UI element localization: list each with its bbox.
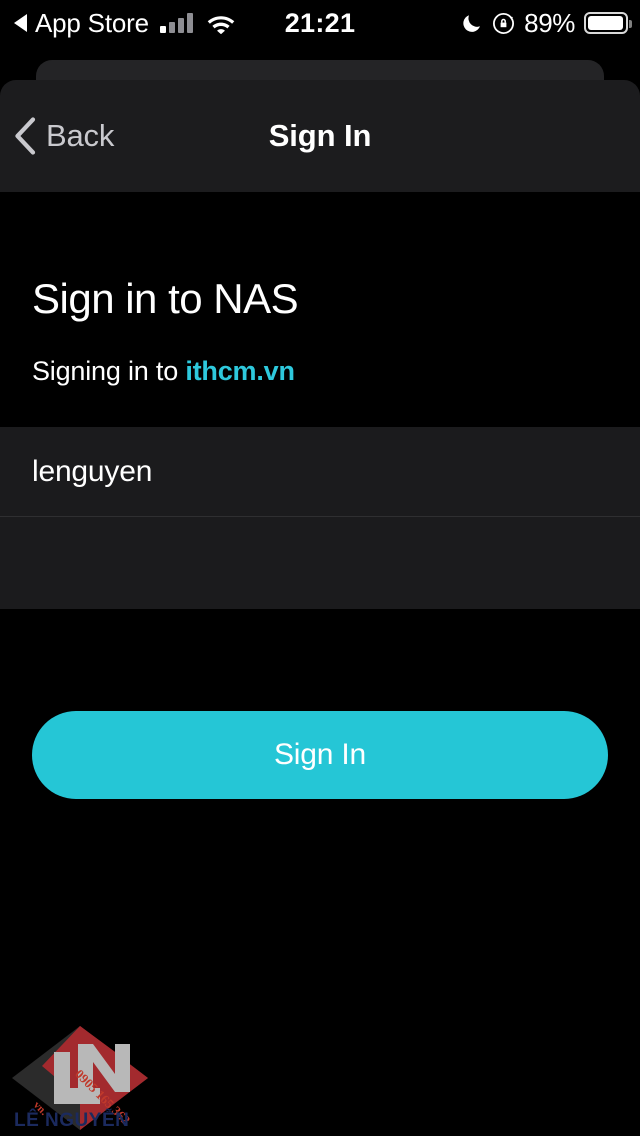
domain-link[interactable]: ithcm.vn — [185, 356, 295, 386]
svg-text:LÊ NGUYỄN: LÊ NGUYỄN — [14, 1109, 129, 1131]
svg-text:0905 165 362: 0905 165 362 — [72, 1066, 133, 1127]
svg-text:vn.: vn. — [31, 1099, 50, 1118]
page-title: Sign In — [268, 118, 372, 153]
signing-in-to-text: Signing in to ithcm.vn — [32, 356, 295, 387]
sign-in-heading: Sign in to NAS — [32, 275, 299, 322]
watermark-logo: 0905 165 362 vn. LÊ NGUYỄN — [8, 1022, 158, 1134]
signing-in-prefix: Signing in to — [32, 356, 186, 386]
credentials-field-group: lenguyen — [0, 427, 640, 609]
sign-in-button[interactable]: Sign In — [32, 711, 608, 799]
status-bar: App Store 21:21 89% — [0, 0, 640, 46]
battery-percent-label: 89% — [524, 7, 575, 38]
username-field[interactable]: lenguyen — [0, 427, 640, 517]
phone-screen: App Store 21:21 89% Back Sign In Sign in… — [0, 0, 640, 1136]
clock-time: 21:21 — [284, 7, 356, 38]
navigation-bar: Back Sign In — [0, 80, 640, 192]
rotation-lock-icon — [492, 12, 515, 35]
username-value: lenguyen — [32, 455, 153, 488]
status-bar-right: 89% — [461, 0, 632, 46]
moon-icon — [461, 12, 483, 34]
password-field[interactable] — [0, 517, 640, 607]
battery-icon — [584, 12, 632, 34]
